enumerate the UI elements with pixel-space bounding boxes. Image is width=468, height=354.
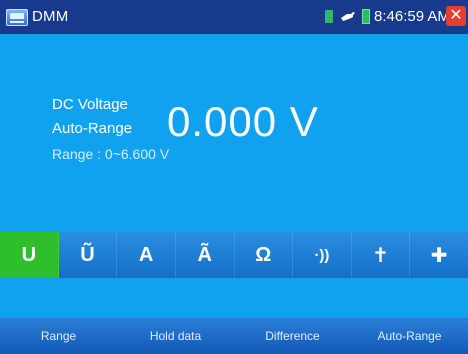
close-button[interactable]: ✕ [446, 6, 466, 26]
mode-button-resistance[interactable]: Ω [235, 232, 294, 278]
range-label: Range : 0~6.600 V [52, 146, 170, 162]
softkey-bar: Range Hold data Difference Auto-Range [0, 318, 468, 354]
continuity-icon: ·)) [314, 246, 330, 264]
title-bar: DMM 8:46:59 AM ✕ [0, 0, 468, 34]
mode-button-dc-current[interactable]: A [117, 232, 176, 278]
mode-button-diode[interactable]: ✝ [352, 232, 411, 278]
dc-current-icon: A [138, 243, 154, 266]
mode-button-dc-voltage[interactable]: U [0, 232, 59, 278]
sd-card-icon [325, 10, 333, 23]
dmm-app-icon [6, 9, 28, 26]
hold-data-softkey[interactable]: Hold data [117, 318, 234, 354]
mode-selector-bar: U Ũ A Ã Ω ·)) ✝ ✚ [0, 232, 468, 278]
clock: 8:46:59 AM [374, 8, 450, 25]
ac-voltage-icon: Ũ [80, 243, 95, 266]
battery-icon [362, 9, 370, 24]
mode-button-capacitor[interactable]: ✚ [410, 232, 468, 278]
measurement-reading: 0.000 V [167, 98, 319, 145]
capacitor-icon: ✚ [430, 244, 448, 267]
mode-button-ac-current[interactable]: Ã [176, 232, 235, 278]
info-band [0, 278, 468, 318]
difference-softkey[interactable]: Difference [234, 318, 351, 354]
close-icon: ✕ [449, 7, 463, 24]
diode-icon: ✝ [372, 244, 389, 267]
mode-label: DC Voltage [52, 96, 128, 113]
mode-button-ac-voltage[interactable]: Ũ [59, 232, 118, 278]
auto-range-softkey[interactable]: Auto-Range [351, 318, 468, 354]
dc-voltage-icon: U [21, 243, 37, 266]
app-title: DMM [32, 8, 69, 25]
ac-current-icon: Ã [197, 243, 212, 266]
mode-button-continuity[interactable]: ·)) [293, 232, 352, 278]
range-softkey[interactable]: Range [0, 318, 117, 354]
power-plug-icon [341, 12, 355, 21]
resistance-icon: Ω [255, 243, 272, 266]
range-mode-label: Auto-Range [52, 120, 133, 137]
